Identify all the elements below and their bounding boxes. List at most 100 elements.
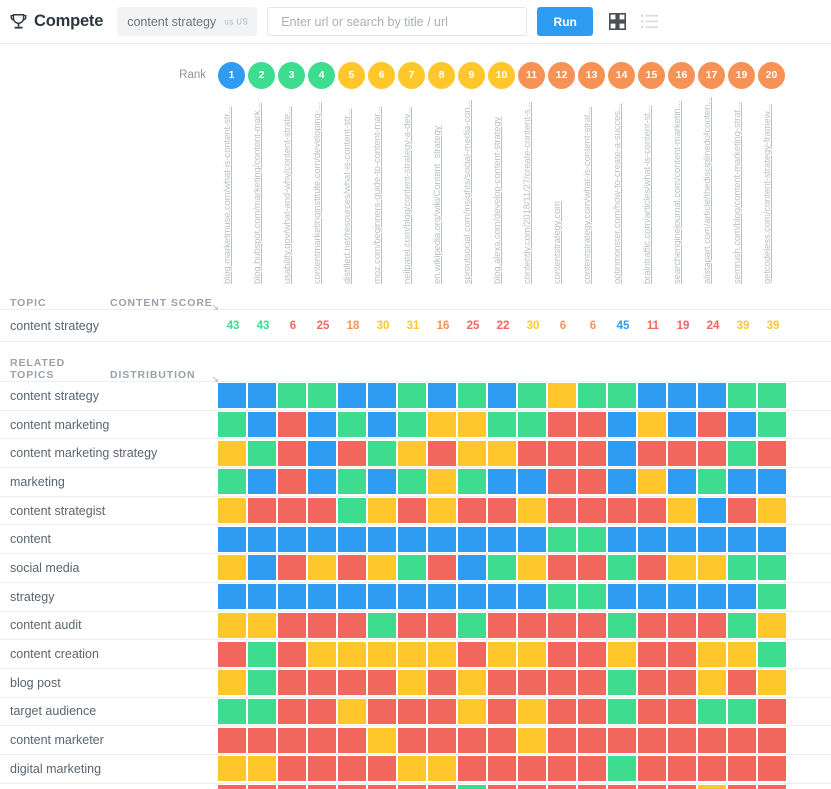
- heatmap-cell-r9-c9[interactable]: [458, 612, 486, 638]
- heatmap-cell-r1-c16[interactable]: [668, 383, 696, 409]
- heatmap-cell-r1-c1[interactable]: [218, 383, 246, 409]
- heatmap-cell-r5-c9[interactable]: [458, 498, 486, 524]
- column-url-link[interactable]: optinmonster.com/how-to-create-a-succes.…: [612, 103, 623, 284]
- heatmap-cell-r14-c1[interactable]: [218, 756, 246, 782]
- heatmap-cell-r13-c4[interactable]: [308, 727, 336, 753]
- heatmap-cell-r8-c12[interactable]: [548, 584, 576, 610]
- heatmap-cell-r10-c2[interactable]: [248, 641, 276, 667]
- heatmap-cell-r1-c18[interactable]: [728, 383, 756, 409]
- rank-badge-4[interactable]: 4: [308, 61, 335, 89]
- rank-badge-9[interactable]: 9: [458, 61, 485, 89]
- rank-badge-15[interactable]: 15: [638, 61, 665, 89]
- heatmap-cell-r9-c17[interactable]: [698, 612, 726, 638]
- heatmap-cell-r8-c4[interactable]: [308, 584, 336, 610]
- content-score-cell-8[interactable]: 16: [428, 320, 458, 332]
- heatmap-cell-r4-c13[interactable]: [578, 469, 606, 495]
- heatmap-cell-r7-c2[interactable]: [248, 555, 276, 581]
- heatmap-cell-r5-c8[interactable]: [428, 498, 456, 524]
- grid-view-icon[interactable]: [609, 13, 627, 30]
- heatmap-cell-r14-c3[interactable]: [278, 756, 306, 782]
- heatmap-cell-r3-c6[interactable]: [368, 440, 396, 466]
- heatmap-cell-r7-c12[interactable]: [548, 555, 576, 581]
- heatmap-cell-r1-c7[interactable]: [398, 383, 426, 409]
- heatmap-cell-r11-c15[interactable]: [638, 670, 666, 696]
- heatmap-cell-r8-c15[interactable]: [638, 584, 666, 610]
- heatmap-cell-r6-c15[interactable]: [638, 526, 666, 552]
- heatmap-cell-r10-c6[interactable]: [368, 641, 396, 667]
- heatmap-cell-r14-c9[interactable]: [458, 756, 486, 782]
- heatmap-cell-r10-c17[interactable]: [698, 641, 726, 667]
- sort-descending-icon[interactable]: ↘: [212, 374, 220, 385]
- heatmap-cell-r3-c14[interactable]: [608, 440, 636, 466]
- heatmap-cell-r6-c2[interactable]: [248, 526, 276, 552]
- heatmap-cell-r15-c6[interactable]: [368, 784, 396, 789]
- heatmap-cell-r12-c9[interactable]: [458, 698, 486, 724]
- heatmap-cell-r13-c14[interactable]: [608, 727, 636, 753]
- heatmap-cell-r5-c2[interactable]: [248, 498, 276, 524]
- heatmap-cell-r6-c14[interactable]: [608, 526, 636, 552]
- heatmap-cell-r8-c7[interactable]: [398, 584, 426, 610]
- content-score-cell-18[interactable]: 39: [728, 320, 758, 332]
- heatmap-cell-r15-c19[interactable]: [758, 784, 786, 789]
- heatmap-cell-r12-c11[interactable]: [518, 698, 546, 724]
- heatmap-cell-r4-c4[interactable]: [308, 469, 336, 495]
- column-url-link[interactable]: usability.gov/what-and-why/content-strat…: [282, 106, 293, 284]
- heatmap-cell-r9-c18[interactable]: [728, 612, 756, 638]
- column-url-link[interactable]: contentstrategy.com: [552, 201, 563, 284]
- heatmap-cell-r6-c18[interactable]: [728, 526, 756, 552]
- heatmap-cell-r13-c7[interactable]: [398, 727, 426, 753]
- heatmap-cell-r10-c3[interactable]: [278, 641, 306, 667]
- heatmap-cell-r10-c9[interactable]: [458, 641, 486, 667]
- heatmap-cell-r9-c4[interactable]: [308, 612, 336, 638]
- heatmap-cell-r13-c13[interactable]: [578, 727, 606, 753]
- rank-badge-5[interactable]: 5: [338, 61, 365, 89]
- heatmap-cell-r13-c16[interactable]: [668, 727, 696, 753]
- rank-badge-19[interactable]: 19: [728, 61, 755, 89]
- heatmap-cell-r14-c16[interactable]: [668, 756, 696, 782]
- heatmap-cell-r1-c19[interactable]: [758, 383, 786, 409]
- column-url-link[interactable]: alistapart.com/article/thedisciplinedofc…: [702, 97, 713, 284]
- heatmap-cell-r6-c1[interactable]: [218, 526, 246, 552]
- heatmap-cell-r2-c6[interactable]: [368, 412, 396, 438]
- heatmap-cell-r9-c11[interactable]: [518, 612, 546, 638]
- rank-badge-13[interactable]: 13: [578, 61, 605, 89]
- content-score-cell-14[interactable]: 45: [608, 320, 638, 332]
- heatmap-cell-r11-c16[interactable]: [668, 670, 696, 696]
- heatmap-cell-r3-c4[interactable]: [308, 440, 336, 466]
- heatmap-cell-r7-c17[interactable]: [698, 555, 726, 581]
- sort-descending-icon[interactable]: ↘: [212, 302, 220, 313]
- column-url-link[interactable]: searchenginejournal.com/content-marketin…: [672, 101, 683, 284]
- heatmap-cell-r11-c6[interactable]: [368, 670, 396, 696]
- heatmap-cell-r7-c4[interactable]: [308, 555, 336, 581]
- heatmap-cell-r2-c8[interactable]: [428, 412, 456, 438]
- heatmap-cell-r14-c5[interactable]: [338, 756, 366, 782]
- heatmap-cell-r14-c6[interactable]: [368, 756, 396, 782]
- heatmap-cell-r11-c11[interactable]: [518, 670, 546, 696]
- heatmap-cell-r9-c8[interactable]: [428, 612, 456, 638]
- heatmap-cell-r15-c3[interactable]: [278, 784, 306, 789]
- content-score-cell-4[interactable]: 25: [308, 320, 338, 332]
- heatmap-cell-r14-c2[interactable]: [248, 756, 276, 782]
- heatmap-cell-r9-c16[interactable]: [668, 612, 696, 638]
- heatmap-cell-r14-c13[interactable]: [578, 756, 606, 782]
- heatmap-cell-r2-c19[interactable]: [758, 412, 786, 438]
- heatmap-cell-r13-c2[interactable]: [248, 727, 276, 753]
- heatmap-cell-r11-c9[interactable]: [458, 670, 486, 696]
- heatmap-cell-r4-c6[interactable]: [368, 469, 396, 495]
- heatmap-cell-r14-c14[interactable]: [608, 756, 636, 782]
- heatmap-cell-r3-c10[interactable]: [488, 440, 516, 466]
- heatmap-cell-r14-c10[interactable]: [488, 756, 516, 782]
- heatmap-cell-r14-c18[interactable]: [728, 756, 756, 782]
- heatmap-cell-r4-c17[interactable]: [698, 469, 726, 495]
- heatmap-cell-r13-c6[interactable]: [368, 727, 396, 753]
- heatmap-cell-r12-c16[interactable]: [668, 698, 696, 724]
- heatmap-cell-r4-c11[interactable]: [518, 469, 546, 495]
- heatmap-cell-r7-c13[interactable]: [578, 555, 606, 581]
- heatmap-cell-r10-c1[interactable]: [218, 641, 246, 667]
- heatmap-cell-r12-c15[interactable]: [638, 698, 666, 724]
- heatmap-cell-r4-c12[interactable]: [548, 469, 576, 495]
- heatmap-cell-r10-c19[interactable]: [758, 641, 786, 667]
- heatmap-cell-r12-c1[interactable]: [218, 698, 246, 724]
- heatmap-cell-r7-c18[interactable]: [728, 555, 756, 581]
- heatmap-cell-r3-c17[interactable]: [698, 440, 726, 466]
